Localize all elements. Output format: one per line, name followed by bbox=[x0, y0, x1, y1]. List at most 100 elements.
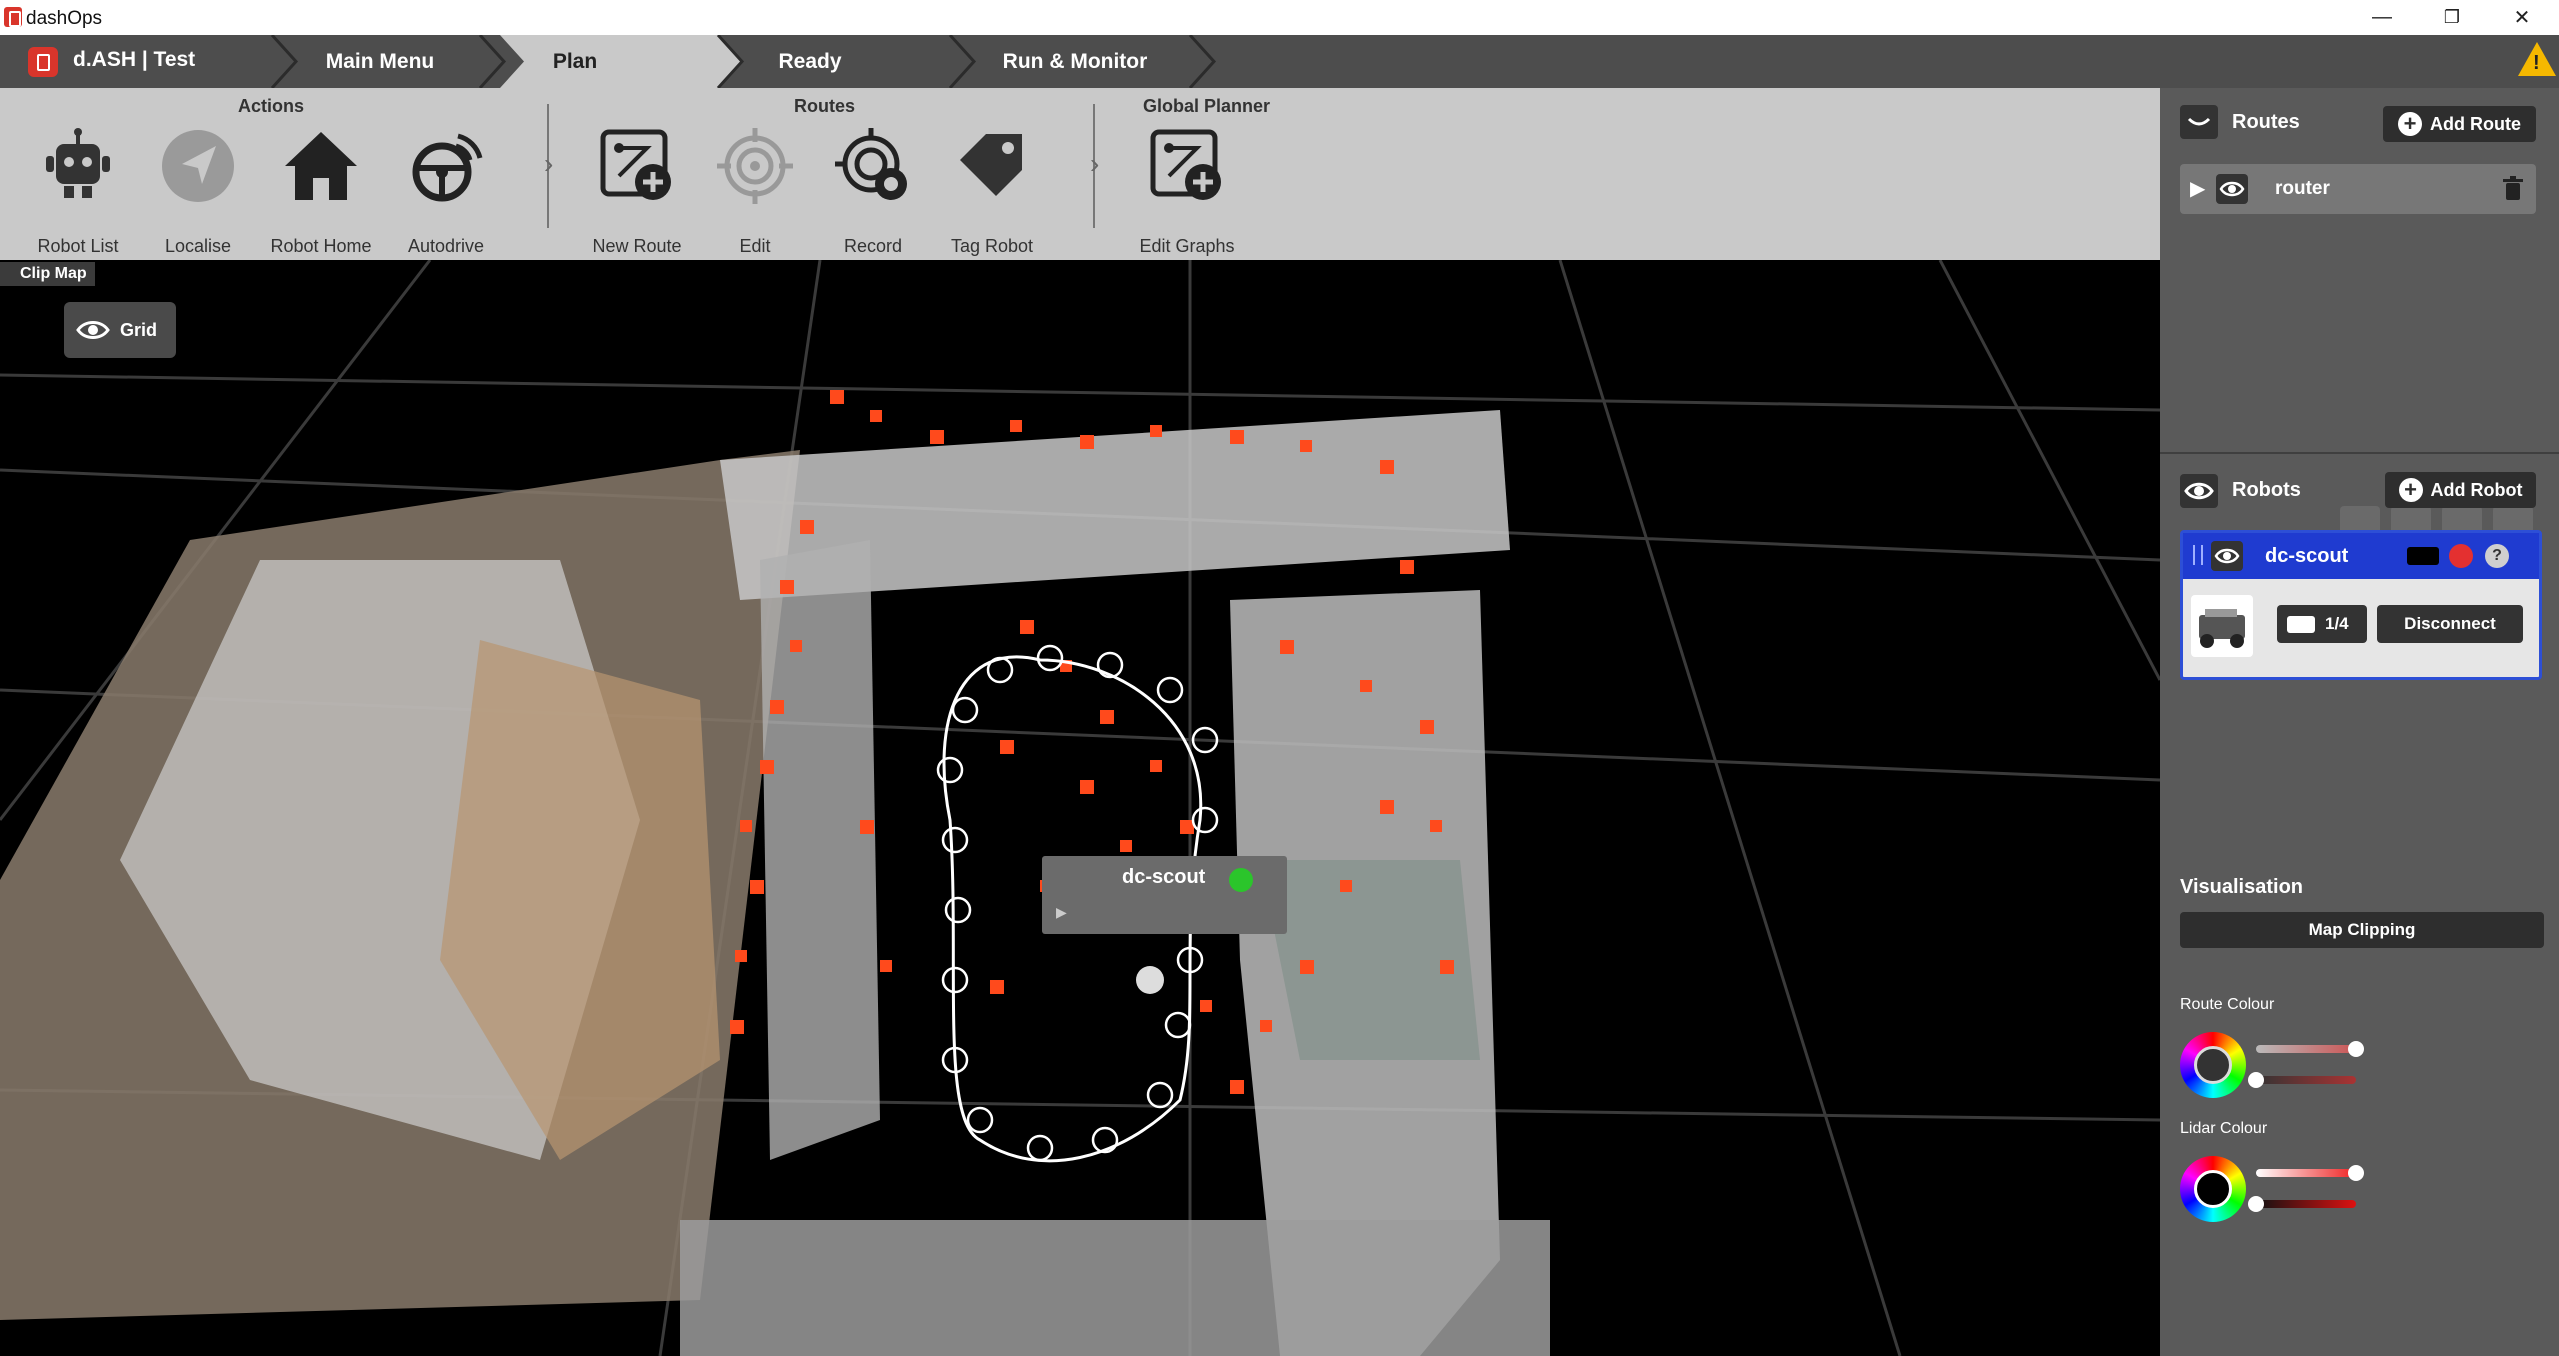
lidar-colour-label: Lidar Colour bbox=[2180, 1120, 2268, 1137]
route-colour-slider-1-knob[interactable] bbox=[2348, 1041, 2364, 1057]
route-colour-slider-2-knob[interactable] bbox=[2248, 1072, 2264, 1088]
eye-icon bbox=[2184, 482, 2214, 500]
edit-label: Edit bbox=[739, 236, 771, 256]
robot-card-header[interactable]: dc-scout ? bbox=[2183, 533, 2539, 579]
add-route-button[interactable]: + Add Route bbox=[2383, 106, 2536, 142]
robot-name: dc-scout bbox=[2265, 545, 2349, 567]
robot-thumbnail bbox=[2191, 595, 2253, 657]
camera-selector[interactable]: 1/4 bbox=[2277, 605, 2367, 643]
window-title: dashOps bbox=[26, 8, 103, 29]
point-cloud-map bbox=[0, 260, 2160, 1356]
nav-bar: d.ASH | Test Main Menu Plan Ready Run & … bbox=[0, 35, 2559, 88]
robot-map-label[interactable]: dc-scout ▶ bbox=[1042, 856, 1287, 934]
global-planner-title: Global Planner bbox=[1143, 96, 1271, 116]
wifi-icon bbox=[2449, 544, 2473, 568]
plan-toolbar: Actions Routes Global Planner Robot List… bbox=[0, 88, 2160, 260]
add-robot-label: Add Robot bbox=[2430, 479, 2523, 500]
robots-title: Robots bbox=[2232, 479, 2301, 501]
lidar-colour-picker[interactable] bbox=[2180, 1156, 2246, 1222]
chevron-right-icon: › bbox=[544, 148, 554, 179]
lidar-colour-slider-1-knob[interactable] bbox=[2348, 1165, 2364, 1181]
lidar-colour-slider-1[interactable] bbox=[2256, 1169, 2356, 1177]
chevron-right-icon: › bbox=[1090, 148, 1100, 179]
grid-toggle-button[interactable]: Grid bbox=[64, 302, 176, 358]
add-route-label: Add Route bbox=[2430, 113, 2521, 134]
visualisation-title: Visualisation bbox=[2180, 876, 2304, 898]
lidar-colour-slider-2[interactable] bbox=[2256, 1200, 2356, 1208]
routes-title: Routes bbox=[2232, 111, 2300, 133]
trash-icon[interactable] bbox=[2502, 176, 2524, 202]
record-route-button[interactable]: Record bbox=[813, 126, 933, 256]
expand-play-icon[interactable]: ▶ bbox=[1056, 904, 1067, 921]
clip-map-button[interactable]: Clip Map bbox=[0, 262, 95, 286]
localise-button[interactable]: Localise bbox=[138, 126, 258, 256]
tab-run-monitor[interactable]: Run & Monitor bbox=[990, 35, 1160, 88]
autodrive-button[interactable]: Autodrive bbox=[386, 126, 506, 256]
route-colour-picker[interactable] bbox=[2180, 1032, 2246, 1098]
app-icon bbox=[4, 7, 22, 27]
panel-divider bbox=[2160, 452, 2559, 454]
warning-icon[interactable]: ! bbox=[2518, 42, 2556, 76]
tag-robot-label: Tag Robot bbox=[950, 236, 1034, 256]
robot-list-label: Robot List bbox=[37, 236, 119, 256]
route-colour-label: Route Colour bbox=[2180, 996, 2275, 1013]
tag-robot-button[interactable]: Tag Robot bbox=[932, 126, 1052, 256]
camera-icon[interactable] bbox=[2407, 547, 2439, 565]
eye-icon bbox=[2214, 548, 2240, 564]
record-target-icon bbox=[835, 128, 907, 200]
edit-graphs-icon bbox=[1150, 129, 1221, 200]
minimize-button[interactable]: — bbox=[2348, 0, 2416, 35]
robot-icon bbox=[46, 128, 110, 198]
expand-arrow-icon[interactable]: ▶ bbox=[2190, 176, 2205, 201]
routes-collapse-icon[interactable] bbox=[2180, 105, 2218, 139]
localise-label: Localise bbox=[164, 236, 232, 256]
robot-visibility-toggle[interactable] bbox=[2211, 541, 2243, 571]
record-label: Record bbox=[843, 236, 903, 256]
lidar-colour-slider-2-knob[interactable] bbox=[2248, 1196, 2264, 1212]
camera-count: 1/4 bbox=[2325, 614, 2349, 633]
plus-circle-icon: + bbox=[2398, 478, 2423, 502]
robot-map-label-name: dc-scout bbox=[1122, 866, 1206, 888]
robot-position-marker bbox=[1136, 966, 1164, 994]
actions-group-title: Actions bbox=[238, 96, 305, 116]
localise-icon bbox=[162, 130, 234, 202]
new-route-icon bbox=[600, 129, 671, 200]
tab-main-menu[interactable]: Main Menu bbox=[300, 35, 460, 88]
routes-group-title: Routes bbox=[794, 96, 856, 116]
map-clipping-button[interactable]: Map Clipping bbox=[2180, 912, 2544, 948]
home-icon bbox=[285, 132, 357, 200]
grid-toggle-label: Grid bbox=[120, 319, 158, 340]
video-camera-icon bbox=[2287, 616, 2315, 633]
new-route-label: New Route bbox=[592, 236, 682, 256]
robot-image-icon bbox=[2199, 609, 2245, 648]
route-visibility-toggle[interactable] bbox=[2216, 174, 2248, 204]
autodrive-label: Autodrive bbox=[407, 236, 485, 256]
disconnect-button[interactable]: Disconnect bbox=[2377, 605, 2523, 643]
robot-list-button[interactable]: Robot List bbox=[18, 126, 138, 256]
eye-icon bbox=[2219, 181, 2245, 197]
drag-handle-icon[interactable] bbox=[2193, 545, 2203, 565]
route-colour-swatch bbox=[2194, 1046, 2232, 1084]
edit-graphs-button[interactable]: Edit Graphs bbox=[1127, 126, 1247, 256]
maximize-button[interactable]: ❐ bbox=[2418, 0, 2486, 35]
robot-card[interactable]: dc-scout ? 1/4 Disconnect bbox=[2180, 530, 2542, 680]
robot-home-label: Robot Home bbox=[270, 236, 372, 256]
robots-visibility-toggle[interactable] bbox=[2180, 474, 2218, 508]
add-robot-button[interactable]: + Add Robot bbox=[2385, 472, 2536, 508]
target-icon bbox=[717, 128, 793, 204]
window-title-bar: dashOps — ❐ ✕ bbox=[0, 0, 2559, 35]
close-button[interactable]: ✕ bbox=[2488, 0, 2556, 35]
help-icon[interactable]: ? bbox=[2485, 544, 2509, 568]
status-ok-icon bbox=[1229, 868, 1253, 892]
plus-circle-icon: + bbox=[2398, 112, 2422, 136]
route-colour-slider-1[interactable] bbox=[2256, 1045, 2356, 1053]
edit-route-button[interactable]: Edit bbox=[695, 126, 815, 256]
route-list-item[interactable]: ▶ router bbox=[2180, 164, 2536, 214]
new-route-button[interactable]: New Route bbox=[577, 126, 697, 256]
route-colour-slider-2[interactable] bbox=[2256, 1076, 2356, 1084]
tab-plan[interactable]: Plan bbox=[520, 35, 630, 88]
map-viewport[interactable] bbox=[0, 260, 2160, 1356]
robot-home-button[interactable]: Robot Home bbox=[261, 126, 381, 256]
tab-ready[interactable]: Ready bbox=[750, 35, 870, 88]
steering-wheel-icon bbox=[412, 133, 483, 202]
